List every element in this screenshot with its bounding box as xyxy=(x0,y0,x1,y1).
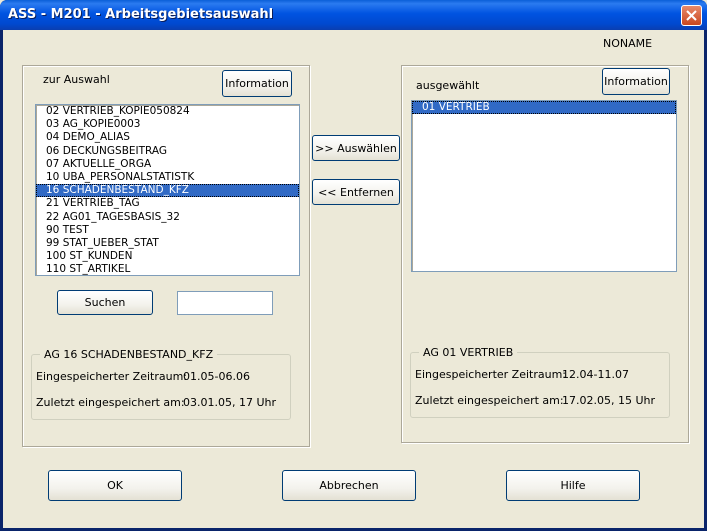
list-item[interactable]: 90 TEST xyxy=(36,224,299,237)
search-button[interactable]: Suchen xyxy=(57,290,153,315)
title-bar[interactable]: ASS - M201 - Arbeitsgebietsauswahl xyxy=(0,0,707,30)
window-title: ASS - M201 - Arbeitsgebietsauswahl xyxy=(8,7,274,22)
list-item[interactable]: 01 VERTRIEB xyxy=(412,101,676,115)
ok-button[interactable]: OK xyxy=(48,470,182,501)
right-last-saved-value: 17.02.05, 15 Uhr xyxy=(562,394,656,407)
list-item[interactable]: 100 ST_KUNDEN xyxy=(36,250,299,263)
right-details-legend: AG 01 VERTRIEB xyxy=(419,346,518,359)
list-item[interactable]: 06 DECKUNGSBEITRAG xyxy=(36,145,299,158)
list-item[interactable]: 21 VERTRIEB_TAG xyxy=(36,197,299,210)
list-item[interactable]: 99 STAT_UEBER_STAT xyxy=(36,237,299,250)
left-last-saved-value: 03.01.05, 17 Uhr xyxy=(183,396,277,409)
list-item[interactable]: 04 DEMO_ALIAS xyxy=(36,131,299,144)
list-item[interactable]: 22 AG01_TAGESBASIS_32 xyxy=(36,211,299,224)
right-details-group: AG 01 VERTRIEB Eingespeicherter Zeitraum… xyxy=(410,346,670,418)
select-button[interactable]: >> Auswählen xyxy=(312,135,400,161)
list-item[interactable]: 110 ST_ARTIKEL xyxy=(36,263,299,275)
right-period-value: 12.04-11.07 xyxy=(562,368,629,381)
list-item[interactable]: 07 AKTUELLE_ORGA xyxy=(36,158,299,171)
close-button[interactable] xyxy=(681,5,702,26)
remove-button[interactable]: << Entfernen xyxy=(312,179,400,205)
left-details-group: AG 16 SCHADENBESTAND_KFZ Eingespeicherte… xyxy=(31,348,291,420)
search-input[interactable] xyxy=(177,291,273,315)
selected-caption: ausgewählt xyxy=(416,79,480,92)
right-period-label: Eingespeicherter Zeitraum: xyxy=(415,368,567,381)
selected-list[interactable]: 01 VERTRIEB xyxy=(411,100,677,272)
available-panel: zur Auswahl Information 02 VERTRIEB_KOPI… xyxy=(22,65,310,447)
close-icon xyxy=(686,10,697,21)
right-information-button[interactable]: Information xyxy=(602,68,670,95)
noname-label: NONAME xyxy=(603,37,653,50)
left-period-label: Eingespeicherter Zeitraum: xyxy=(36,370,188,383)
available-caption: zur Auswahl xyxy=(43,73,110,86)
list-item[interactable]: 03 AG_KOPIE0003 xyxy=(36,118,299,131)
dialog-client: NONAME zur Auswahl Information 02 VERTRI… xyxy=(3,30,704,528)
right-last-saved-label: Zuletzt eingespeichert am: xyxy=(415,394,564,407)
left-details-legend: AG 16 SCHADENBESTAND_KFZ xyxy=(40,348,218,361)
left-information-button[interactable]: Information xyxy=(222,70,292,97)
cancel-button[interactable]: Abbrechen xyxy=(282,470,416,501)
list-item[interactable]: 02 VERTRIEB_KOPIE050824 xyxy=(36,105,299,118)
dialog-window: ASS - M201 - Arbeitsgebietsauswahl NONAM… xyxy=(0,0,707,531)
list-item[interactable]: 16 SCHADENBESTAND_KFZ xyxy=(36,184,299,198)
left-period-value: 01.05-06.06 xyxy=(183,370,250,383)
help-button[interactable]: Hilfe xyxy=(506,470,640,501)
list-item[interactable]: 10 UBA_PERSONALSTATISTK xyxy=(36,171,299,184)
left-last-saved-label: Zuletzt eingespeichert am: xyxy=(36,396,185,409)
available-list[interactable]: 02 VERTRIEB_KOPIE050824 03 AG_KOPIE0003 04… xyxy=(35,104,300,276)
selected-panel: ausgewählt Information 01 VERTRIEB AG 01… xyxy=(401,65,689,443)
